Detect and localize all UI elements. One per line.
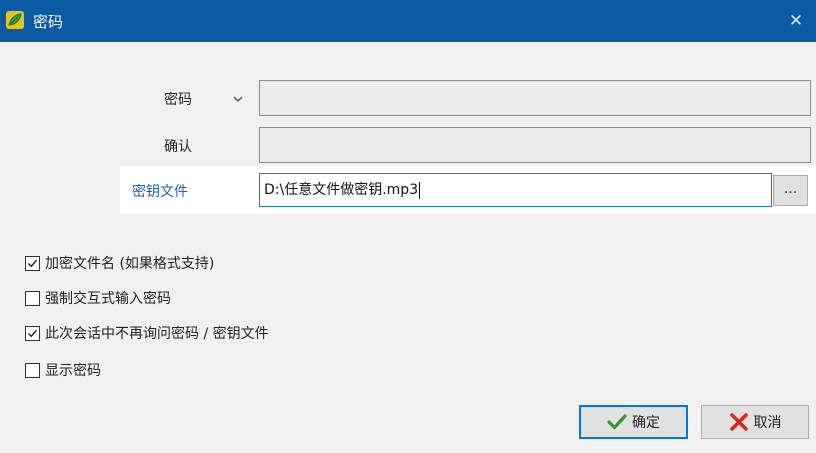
checkbox-checked[interactable] bbox=[25, 325, 40, 341]
ok-label: 确定 bbox=[632, 415, 660, 431]
option-label: 显示密码 bbox=[45, 363, 101, 379]
confirm-label: 确认 bbox=[164, 139, 192, 155]
option-encrypt-filenames[interactable]: 加密文件名 (如果格式支持) bbox=[25, 254, 214, 272]
option-force-interactive[interactable]: 强制交互式输入密码 bbox=[25, 289, 171, 307]
ok-button[interactable]: 确定 bbox=[579, 405, 688, 439]
window-title: 密码 bbox=[33, 13, 64, 31]
password-input[interactable] bbox=[259, 80, 811, 116]
option-label: 强制交互式输入密码 bbox=[45, 291, 171, 307]
checkbox-checked[interactable] bbox=[25, 255, 40, 271]
option-dont-ask-again[interactable]: 此次会话中不再询问密码 / 密钥文件 bbox=[25, 324, 269, 342]
option-label: 加密文件名 (如果格式支持) bbox=[45, 256, 215, 272]
checkmark-icon bbox=[607, 414, 627, 430]
password-label: 密码 bbox=[164, 92, 192, 108]
password-dialog: 密码 ✕ 密码 确认 密钥文件 D:\任意文件做密钥.mp3 ... 加密文件名… bbox=[0, 0, 816, 453]
option-label: 此次会话中不再询问密码 / 密钥文件 bbox=[45, 326, 269, 342]
x-icon bbox=[729, 413, 748, 431]
keyfile-input[interactable]: D:\任意文件做密钥.mp3 bbox=[259, 173, 772, 207]
keyfile-row: 密钥文件 D:\任意文件做密钥.mp3 ... bbox=[120, 166, 816, 214]
browse-button[interactable]: ... bbox=[773, 175, 808, 206]
checkbox-unchecked[interactable] bbox=[25, 290, 40, 306]
chevron-down-icon[interactable] bbox=[232, 92, 244, 102]
confirm-password-input[interactable] bbox=[259, 127, 811, 163]
keyfile-value: D:\任意文件做密钥.mp3 bbox=[264, 182, 419, 198]
cancel-button[interactable]: 取消 bbox=[701, 405, 809, 439]
keyfile-label: 密钥文件 bbox=[132, 184, 188, 200]
app-icon bbox=[5, 10, 25, 30]
cancel-label: 取消 bbox=[753, 415, 782, 431]
option-show-password[interactable]: 显示密码 bbox=[25, 361, 101, 379]
title-bar: 密码 ✕ bbox=[0, 0, 816, 42]
close-icon: ✕ bbox=[788, 11, 804, 31]
close-button[interactable]: ✕ bbox=[776, 0, 816, 42]
checkbox-unchecked[interactable] bbox=[25, 362, 40, 378]
text-caret bbox=[419, 181, 421, 199]
